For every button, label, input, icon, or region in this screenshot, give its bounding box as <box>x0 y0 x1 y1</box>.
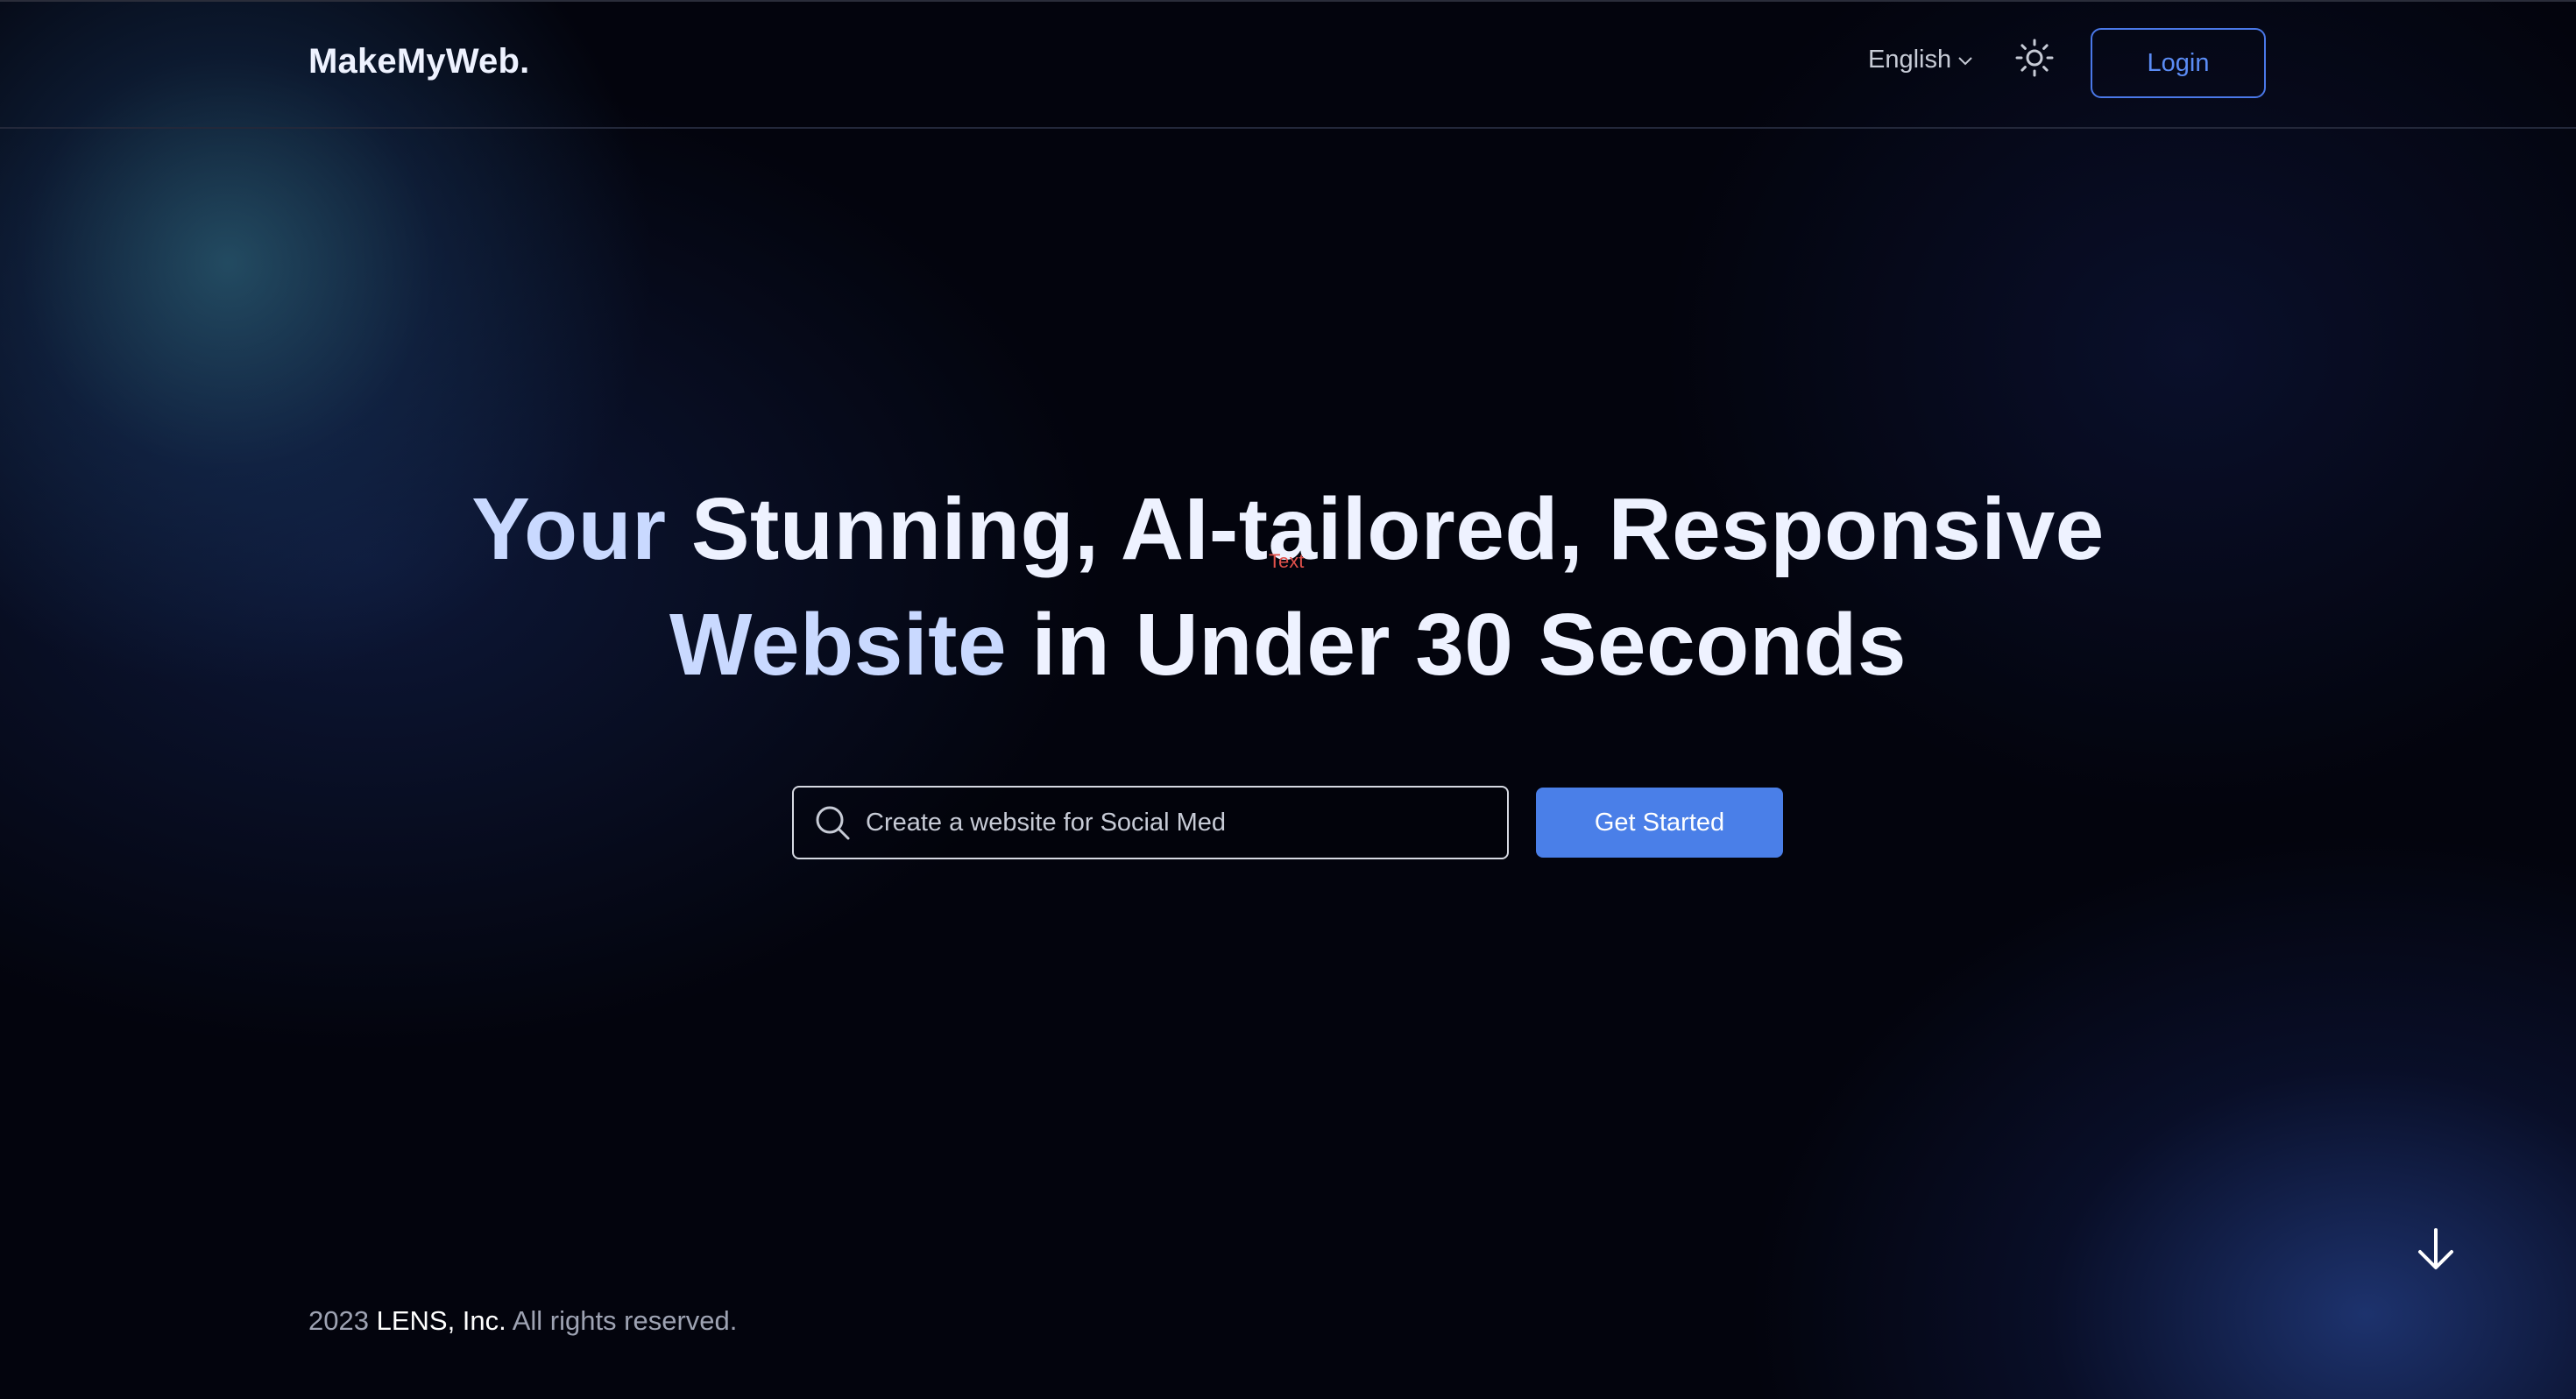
top-navbar: MakeMyWeb. English Login <box>0 0 2576 129</box>
footer-rights: All rights reserved. <box>512 1305 738 1336</box>
footer-copyright: 2023 LENS, Inc. All rights reserved. <box>308 1305 737 1337</box>
hero-line-2: Website in Under 30 Seconds <box>0 587 2576 703</box>
get-started-button[interactable]: Get Started <box>1536 788 1783 858</box>
hero-line-1-text: Stunning, AI-tailored, Responsive <box>666 480 2105 578</box>
search-icon <box>813 803 852 842</box>
text-overlay-tag: Text <box>1269 550 1305 572</box>
hero-line-2-text: in Under 30 Seconds <box>1007 596 1907 694</box>
search-input[interactable] <box>866 808 1507 837</box>
arrow-down-icon <box>2414 1226 2458 1276</box>
scroll-down-button[interactable] <box>2411 1226 2460 1275</box>
chevron-down-icon <box>1957 54 1974 67</box>
search-box[interactable] <box>792 786 1509 859</box>
footer-year: 2023 <box>308 1305 369 1336</box>
brand-logo[interactable]: MakeMyWeb. <box>308 42 529 81</box>
footer-company: LENS, Inc. <box>376 1305 506 1336</box>
theme-toggle-button[interactable] <box>2013 39 2056 81</box>
sun-icon <box>2014 38 2055 82</box>
hero-line-2-accent: Website <box>669 596 1008 694</box>
hero-headline: Your Stunning, AI-tailored, Responsive W… <box>0 471 2576 703</box>
language-selector[interactable]: English <box>1868 46 1974 74</box>
login-button[interactable]: Login <box>2091 28 2266 98</box>
language-label: English <box>1868 46 1952 74</box>
hero-line-1-accent: Your <box>471 480 667 578</box>
